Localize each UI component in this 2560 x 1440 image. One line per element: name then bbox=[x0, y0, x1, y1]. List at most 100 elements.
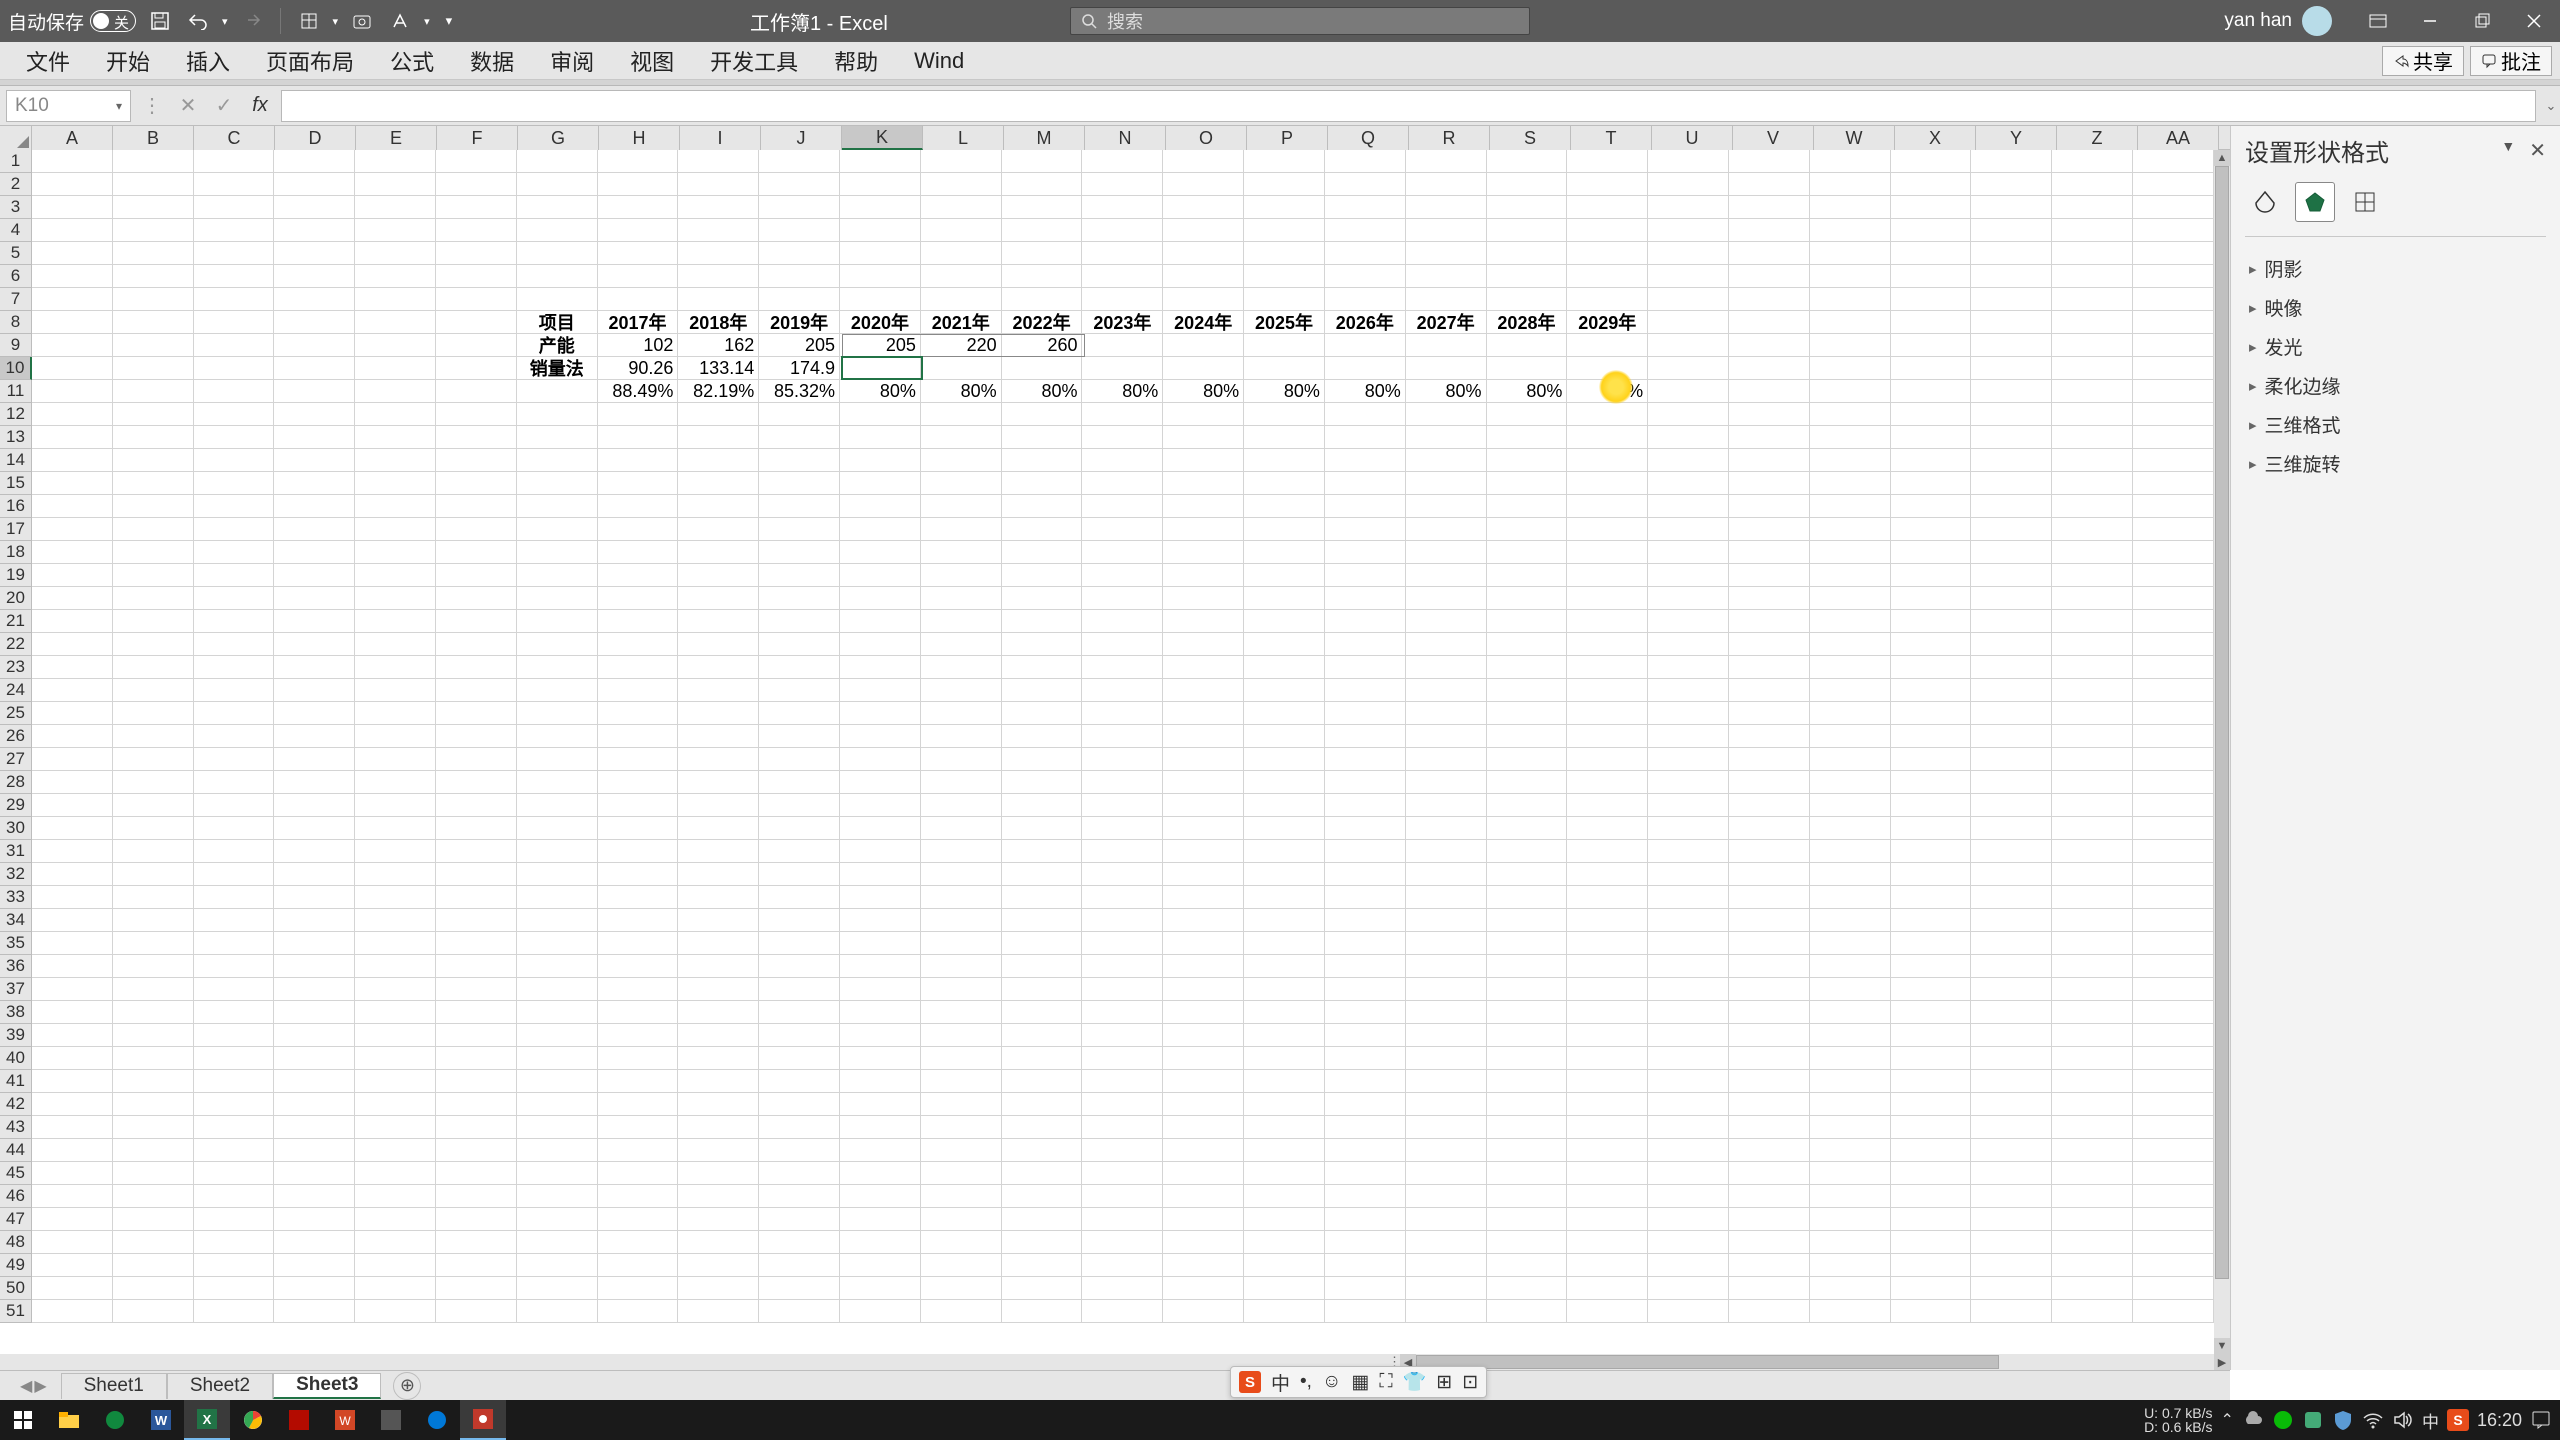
cell-Y45[interactable] bbox=[1971, 1162, 2052, 1185]
cell-Z33[interactable] bbox=[2052, 886, 2133, 909]
name-box-dropdown-icon[interactable]: ▾ bbox=[116, 99, 122, 113]
cell-V43[interactable] bbox=[1729, 1116, 1810, 1139]
cell-Z27[interactable] bbox=[2052, 748, 2133, 771]
cell-L11[interactable]: 80% bbox=[921, 380, 1002, 403]
cell-Q18[interactable] bbox=[1325, 541, 1406, 564]
cell-B28[interactable] bbox=[113, 771, 194, 794]
cell-J1[interactable] bbox=[759, 150, 840, 173]
cell-L17[interactable] bbox=[921, 518, 1002, 541]
ime-char-0[interactable]: 中 bbox=[1271, 1369, 1290, 1396]
cell-W11[interactable] bbox=[1810, 380, 1891, 403]
cell-F32[interactable] bbox=[436, 863, 517, 886]
cell-H10[interactable]: 90.26 bbox=[598, 357, 679, 380]
cell-P4[interactable] bbox=[1244, 219, 1325, 242]
cell-C3[interactable] bbox=[194, 196, 275, 219]
cell-R39[interactable] bbox=[1406, 1024, 1487, 1047]
row-header-38[interactable]: 38 bbox=[0, 1001, 32, 1024]
cell-X36[interactable] bbox=[1891, 955, 1972, 978]
cell-A19[interactable] bbox=[32, 564, 113, 587]
cell-I21[interactable] bbox=[678, 610, 759, 633]
cell-G39[interactable] bbox=[517, 1024, 598, 1047]
qat-customize-icon[interactable]: ▾ bbox=[446, 13, 453, 29]
cell-B9[interactable] bbox=[113, 334, 194, 357]
cell-O9[interactable] bbox=[1163, 334, 1244, 357]
cell-O27[interactable] bbox=[1163, 748, 1244, 771]
cell-D8[interactable] bbox=[274, 311, 355, 334]
cell-V10[interactable] bbox=[1729, 357, 1810, 380]
cell-Y36[interactable] bbox=[1971, 955, 2052, 978]
row-header-37[interactable]: 37 bbox=[0, 978, 32, 1001]
cell-J20[interactable] bbox=[759, 587, 840, 610]
cell-I10[interactable]: 133.14 bbox=[678, 357, 759, 380]
cell-G27[interactable] bbox=[517, 748, 598, 771]
cell-G24[interactable] bbox=[517, 679, 598, 702]
cell-K4[interactable] bbox=[840, 219, 921, 242]
cell-E47[interactable] bbox=[355, 1208, 436, 1231]
cell-AA50[interactable] bbox=[2133, 1277, 2214, 1300]
cell-AA6[interactable] bbox=[2133, 265, 2214, 288]
row-header-39[interactable]: 39 bbox=[0, 1024, 32, 1047]
cell-H49[interactable] bbox=[598, 1254, 679, 1277]
cell-R17[interactable] bbox=[1406, 518, 1487, 541]
cell-Z47[interactable] bbox=[2052, 1208, 2133, 1231]
cell-S39[interactable] bbox=[1487, 1024, 1568, 1047]
cell-S3[interactable] bbox=[1487, 196, 1568, 219]
cell-B6[interactable] bbox=[113, 265, 194, 288]
cell-P46[interactable] bbox=[1244, 1185, 1325, 1208]
cell-X18[interactable] bbox=[1891, 541, 1972, 564]
cell-J2[interactable] bbox=[759, 173, 840, 196]
cell-U19[interactable] bbox=[1648, 564, 1729, 587]
cell-E22[interactable] bbox=[355, 633, 436, 656]
cell-S13[interactable] bbox=[1487, 426, 1568, 449]
cell-W40[interactable] bbox=[1810, 1047, 1891, 1070]
formula-cancel-icon[interactable]: ✕ bbox=[175, 93, 201, 119]
cell-O32[interactable] bbox=[1163, 863, 1244, 886]
cell-G5[interactable] bbox=[517, 242, 598, 265]
cell-X7[interactable] bbox=[1891, 288, 1972, 311]
cell-AA12[interactable] bbox=[2133, 403, 2214, 426]
cell-Z48[interactable] bbox=[2052, 1231, 2133, 1254]
taskbar-edge-icon[interactable] bbox=[414, 1400, 460, 1440]
cell-B8[interactable] bbox=[113, 311, 194, 334]
cell-D32[interactable] bbox=[274, 863, 355, 886]
cell-A5[interactable] bbox=[32, 242, 113, 265]
cell-U12[interactable] bbox=[1648, 403, 1729, 426]
autosave-toggle[interactable]: 自动保存 关 bbox=[8, 8, 136, 35]
cell-T19[interactable] bbox=[1567, 564, 1648, 587]
cell-S45[interactable] bbox=[1487, 1162, 1568, 1185]
cell-P44[interactable] bbox=[1244, 1139, 1325, 1162]
cell-Q40[interactable] bbox=[1325, 1047, 1406, 1070]
cell-B42[interactable] bbox=[113, 1093, 194, 1116]
cell-J16[interactable] bbox=[759, 495, 840, 518]
cell-H48[interactable] bbox=[598, 1231, 679, 1254]
cell-C4[interactable] bbox=[194, 219, 275, 242]
cell-E15[interactable] bbox=[355, 472, 436, 495]
cell-F25[interactable] bbox=[436, 702, 517, 725]
cell-U41[interactable] bbox=[1648, 1070, 1729, 1093]
cell-C19[interactable] bbox=[194, 564, 275, 587]
cell-R33[interactable] bbox=[1406, 886, 1487, 909]
cell-Y4[interactable] bbox=[1971, 219, 2052, 242]
cell-H36[interactable] bbox=[598, 955, 679, 978]
row-header-15[interactable]: 15 bbox=[0, 472, 32, 495]
cell-A27[interactable] bbox=[32, 748, 113, 771]
cell-P38[interactable] bbox=[1244, 1001, 1325, 1024]
cell-AA30[interactable] bbox=[2133, 817, 2214, 840]
cell-A16[interactable] bbox=[32, 495, 113, 518]
cell-M40[interactable] bbox=[1002, 1047, 1083, 1070]
cell-L31[interactable] bbox=[921, 840, 1002, 863]
cell-E13[interactable] bbox=[355, 426, 436, 449]
cell-D47[interactable] bbox=[274, 1208, 355, 1231]
cell-J42[interactable] bbox=[759, 1093, 840, 1116]
col-header-N[interactable]: N bbox=[1085, 126, 1166, 150]
cell-O7[interactable] bbox=[1163, 288, 1244, 311]
cell-L48[interactable] bbox=[921, 1231, 1002, 1254]
cell-D44[interactable] bbox=[274, 1139, 355, 1162]
cell-U51[interactable] bbox=[1648, 1300, 1729, 1323]
cell-Y42[interactable] bbox=[1971, 1093, 2052, 1116]
taskbar-pdf-icon[interactable] bbox=[276, 1400, 322, 1440]
cell-E25[interactable] bbox=[355, 702, 436, 725]
cell-N7[interactable] bbox=[1082, 288, 1163, 311]
cell-N6[interactable] bbox=[1082, 265, 1163, 288]
cell-C36[interactable] bbox=[194, 955, 275, 978]
